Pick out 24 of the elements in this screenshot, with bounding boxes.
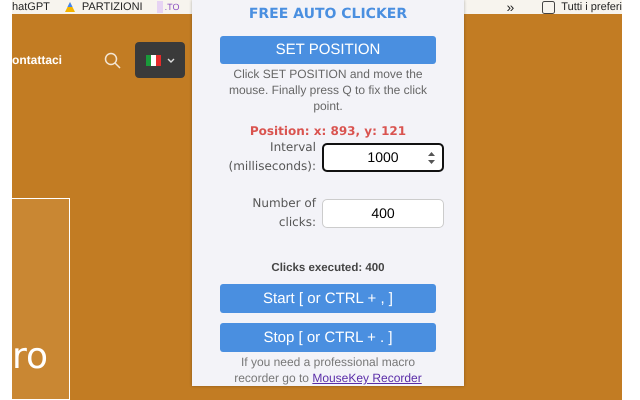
field-label: Number of clicks: bbox=[251, 195, 316, 232]
more-bookmarks-button[interactable]: » bbox=[506, 0, 514, 14]
search-icon[interactable] bbox=[104, 52, 122, 68]
number-field[interactable]: 400 bbox=[322, 198, 444, 228]
bookmark-item[interactable]: hatGPT bbox=[12, 1, 50, 13]
clicks-executed-text: Clicks executed: 400 bbox=[271, 262, 385, 274]
recorder-link[interactable]: MouseKey Recorder bbox=[312, 371, 422, 385]
footer-text: If you need a professional macro recorder go to MouseKey Recorder bbox=[233, 354, 423, 386]
number-field[interactable]: 1000 bbox=[322, 142, 444, 172]
position-text: Position: x: 893, y: 121 bbox=[250, 124, 406, 138]
bookmark-folder[interactable]: Tutti i preferi bbox=[542, 0, 622, 14]
help-text: Click SET POSITION and move the mouse. Finally press Q to fix the click point. bbox=[228, 66, 428, 114]
field-label: Interval (milliseconds): bbox=[228, 139, 316, 176]
chevron-down-icon bbox=[166, 58, 175, 62]
folder-icon bbox=[542, 0, 556, 14]
bookmark-item[interactable]: PARTIZIONI bbox=[64, 1, 143, 13]
spinner-icon[interactable] bbox=[427, 150, 436, 165]
language-button[interactable] bbox=[135, 42, 186, 78]
triangle-logo-icon bbox=[64, 1, 76, 13]
tile-icon bbox=[156, 1, 163, 13]
flag-icon bbox=[146, 54, 161, 66]
bookmark-item[interactable]: .TO bbox=[156, 1, 180, 13]
hero-text: ro bbox=[12, 336, 48, 377]
popup-title: FREE AUTO CLICKER bbox=[248, 6, 408, 22]
